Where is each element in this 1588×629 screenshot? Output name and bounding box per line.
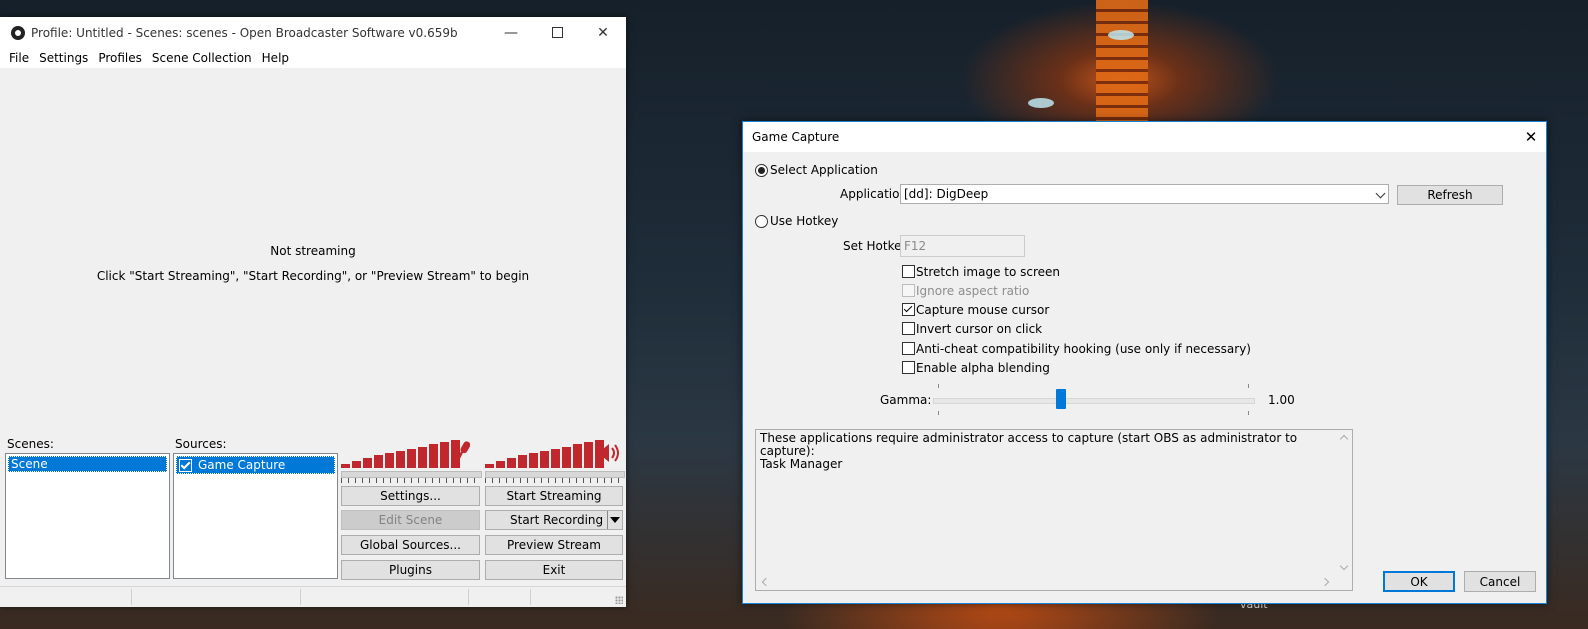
ignore-aspect-label[interactable]: Ignore aspect ratio — [916, 284, 1029, 298]
dialog-titlebar[interactable]: Game Capture ✕ — [743, 122, 1546, 152]
refresh-button[interactable]: Refresh — [1397, 185, 1503, 205]
resize-grip-icon[interactable] — [615, 596, 623, 604]
application-select[interactable]: [dd]: DigDeep — [900, 184, 1389, 204]
admin-info-line2: Task Manager — [760, 457, 843, 471]
speaker-icon[interactable] — [597, 442, 621, 464]
mic-volume-meter — [341, 440, 460, 468]
stretch-checkbox[interactable] — [902, 265, 915, 278]
select-application-radio[interactable] — [755, 164, 768, 177]
chevron-down-icon — [1375, 188, 1386, 199]
source-name: Game Capture — [198, 458, 286, 472]
start-recording-label: Start Recording — [510, 513, 604, 527]
alpha-blending-checkbox[interactable] — [902, 361, 915, 374]
plugins-button[interactable]: Plugins — [341, 560, 480, 580]
close-icon: ✕ — [1524, 128, 1538, 146]
mic-volume-slider[interactable] — [341, 471, 482, 478]
scene-list-item[interactable]: Scene — [8, 456, 167, 472]
ok-button[interactable]: OK — [1383, 571, 1455, 592]
wallpaper-lamp — [1108, 30, 1134, 40]
scroll-right-icon[interactable] — [1320, 577, 1330, 587]
vertical-scrollbar[interactable] — [1335, 430, 1352, 573]
desktop-meter-ticks — [485, 478, 623, 483]
settings-button[interactable]: Settings... — [341, 486, 480, 506]
game-capture-dialog: Game Capture ✕ Select Application Applic… — [742, 121, 1547, 604]
desktop-volume-meter — [485, 440, 604, 468]
menu-file[interactable]: File — [4, 51, 34, 65]
maximize-button[interactable] — [534, 17, 580, 48]
scroll-left-icon[interactable] — [761, 577, 771, 587]
menubar: File Settings Profiles Scene Collection … — [0, 48, 626, 68]
anticheat-checkbox[interactable] — [902, 342, 915, 355]
start-streaming-button[interactable]: Start Streaming — [485, 486, 623, 506]
source-list-item[interactable]: Game Capture — [176, 456, 335, 474]
chevron-down-icon[interactable] — [607, 511, 622, 529]
alpha-blending-label[interactable]: Enable alpha blending — [916, 361, 1050, 375]
maximize-icon — [551, 27, 563, 38]
sources-label: Sources: — [175, 437, 227, 451]
edit-scene-button[interactable]: Edit Scene — [341, 510, 480, 530]
set-hotkey-label: Set Hotkey — [843, 239, 909, 253]
start-recording-button[interactable]: Start Recording — [485, 510, 623, 530]
menu-profiles[interactable]: Profiles — [93, 51, 147, 65]
streaming-status: Not streaming — [270, 244, 356, 258]
mic-meter-ticks — [341, 478, 480, 483]
use-hotkey-label[interactable]: Use Hotkey — [770, 214, 838, 228]
admin-info-line1: These applications require administrator… — [760, 431, 1298, 458]
stream-preview[interactable]: Not streaming Click "Start Streaming", "… — [2, 68, 624, 450]
menu-help[interactable]: Help — [257, 51, 294, 65]
obs-main-window: Profile: Untitled - Scenes: scenes - Ope… — [0, 17, 626, 607]
status-bar — [0, 586, 626, 607]
invert-cursor-label[interactable]: Invert cursor on click — [916, 322, 1042, 336]
microphone-icon[interactable] — [456, 441, 470, 463]
gamma-slider-thumb[interactable] — [1056, 389, 1066, 409]
menu-settings[interactable]: Settings — [34, 51, 93, 65]
ignore-aspect-checkbox[interactable] — [902, 284, 915, 297]
cancel-button[interactable]: Cancel — [1464, 571, 1536, 592]
dialog-close-button[interactable]: ✕ — [1516, 122, 1546, 152]
obs-logo-icon — [11, 25, 25, 40]
source-checkbox[interactable] — [179, 459, 192, 472]
wallpaper-lamp — [1028, 98, 1054, 108]
scenes-list[interactable]: Scene — [5, 453, 170, 579]
minimize-icon: — — [504, 24, 518, 41]
stretch-label[interactable]: Stretch image to screen — [916, 265, 1060, 279]
scroll-up-icon[interactable] — [1339, 434, 1349, 444]
scenes-label: Scenes: — [7, 437, 54, 451]
gamma-value: 1.00 — [1268, 393, 1295, 407]
wallpaper-tower — [1096, 0, 1148, 130]
use-hotkey-radio[interactable] — [755, 215, 768, 228]
obs-window-title: Profile: Untitled - Scenes: scenes - Ope… — [31, 25, 458, 40]
gamma-label: Gamma: — [880, 393, 932, 407]
minimize-button[interactable]: — — [488, 17, 534, 48]
invert-cursor-checkbox[interactable] — [902, 322, 915, 335]
scroll-down-icon[interactable] — [1339, 561, 1349, 571]
obs-titlebar[interactable]: Profile: Untitled - Scenes: scenes - Ope… — [0, 17, 626, 48]
dialog-title: Game Capture — [752, 130, 840, 144]
horizontal-scrollbar[interactable] — [756, 573, 1335, 590]
menu-scene-collection[interactable]: Scene Collection — [147, 51, 257, 65]
admin-info-box[interactable]: These applications require administrator… — [755, 429, 1353, 591]
close-icon: ✕ — [597, 24, 609, 41]
select-application-label[interactable]: Select Application — [770, 163, 878, 177]
anticheat-label[interactable]: Anti-cheat compatibility hooking (use on… — [916, 342, 1251, 356]
application-value: [dd]: DigDeep — [904, 187, 989, 201]
exit-button[interactable]: Exit — [485, 560, 623, 580]
capture-cursor-checkbox[interactable] — [902, 303, 915, 316]
sources-list[interactable]: Game Capture — [173, 453, 338, 579]
streaming-hint: Click "Start Streaming", "Start Recordin… — [96, 269, 530, 283]
capture-cursor-label[interactable]: Capture mouse cursor — [916, 303, 1049, 317]
gamma-slider-track[interactable] — [933, 398, 1255, 404]
global-sources-button[interactable]: Global Sources... — [341, 535, 480, 555]
preview-stream-button[interactable]: Preview Stream — [485, 535, 623, 555]
close-button[interactable]: ✕ — [580, 17, 626, 48]
desktop-volume-slider[interactable] — [485, 471, 625, 478]
hotkey-field[interactable]: F12 — [900, 235, 1025, 257]
